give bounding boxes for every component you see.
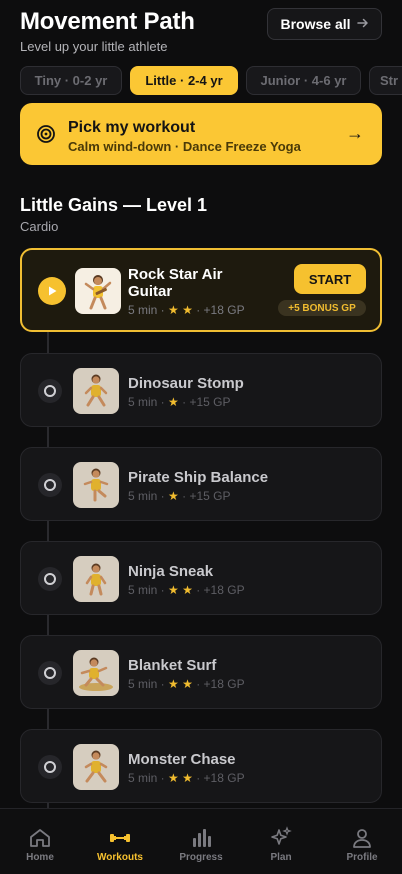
workout-thumbnail (73, 462, 119, 508)
bar-chart-icon (193, 829, 211, 847)
tab-home[interactable]: Home (0, 809, 80, 874)
page-title: Movement Path (20, 8, 195, 35)
page-subtitle: Level up your little athlete (20, 39, 168, 54)
chip-little[interactable]: Little · 2-4 yr (130, 66, 238, 95)
tab-workouts[interactable]: Workouts (80, 809, 160, 874)
tab-progress[interactable]: Progress (161, 809, 241, 874)
bonus-badge: +5 BONUS GP (278, 300, 366, 316)
pick-title: Pick my workout (68, 119, 196, 136)
workout-duration: 5 min (128, 303, 158, 317)
workout-duration: 5 min (128, 677, 158, 691)
difficulty-stars: ★ ★ (168, 771, 193, 785)
workout-thumbnail (73, 744, 119, 790)
status-ring-icon (38, 473, 62, 497)
workout-title: Pirate Ship Balance (128, 469, 269, 486)
workout-duration: 5 min (128, 395, 158, 409)
chip-tiny[interactable]: Tiny · 0-2 yr (20, 66, 122, 95)
workout-title: Ninja Sneak (128, 563, 214, 580)
target-icon (37, 125, 55, 143)
workout-thumbnail (73, 650, 119, 696)
pick-subtitle: Calm wind-down · Dance Freeze Yoga (68, 139, 301, 154)
difficulty-stars: ★ (168, 395, 179, 409)
workout-card[interactable]: Blanket Surf 5 min · ★ ★ · +18 GP (20, 635, 382, 709)
workout-meta: 5 min · ★ ★ · +18 GP (128, 771, 245, 785)
start-button[interactable]: START (294, 264, 366, 294)
browse-all-button[interactable]: Browse all (267, 8, 382, 40)
tab-label: Progress (179, 852, 223, 863)
tab-plan[interactable]: Plan (241, 809, 321, 874)
status-ring-icon (38, 661, 62, 685)
level-title: Little Gains — Level 1 (20, 195, 208, 215)
difficulty-stars: ★ ★ (168, 583, 193, 597)
workout-meta: 5 min · ★ · +15 GP (128, 489, 231, 503)
workout-gp: +15 GP (189, 489, 231, 503)
status-ring-icon (38, 379, 62, 403)
workout-gp: +18 GP (203, 583, 245, 597)
workout-title: Blanket Surf (128, 657, 217, 674)
difficulty-stars: ★ (168, 489, 179, 503)
pick-my-workout-card[interactable]: Pick my workout Calm wind-down · Dance F… (20, 103, 382, 165)
dumbbell-icon (110, 834, 130, 842)
arrow-right-icon: → (346, 123, 364, 143)
tab-label: Home (26, 852, 54, 863)
workout-title: Rock Star Air Guitar (128, 266, 223, 300)
workout-title: Monster Chase (128, 751, 236, 768)
person-icon (353, 829, 371, 848)
browse-all-label: Browse all (280, 16, 351, 32)
tab-label: Profile (346, 852, 378, 863)
difficulty-stars: ★ ★ (168, 303, 193, 317)
workout-thumbnail (75, 268, 121, 314)
workout-gp: +15 GP (189, 395, 231, 409)
arrow-right-icon (356, 16, 369, 32)
difficulty-stars: ★ ★ (168, 677, 193, 691)
age-filter-chips: Tiny · 0-2 yr Little · 2-4 yr Junior · 4… (20, 66, 402, 95)
play-icon (38, 277, 66, 305)
workout-duration: 5 min (128, 771, 158, 785)
workout-card[interactable]: Pirate Ship Balance 5 min · ★ · +15 GP (20, 447, 382, 521)
workout-card[interactable]: Monster Chase 5 min · ★ ★ · +18 GP (20, 729, 382, 803)
tab-label: Workouts (97, 852, 143, 863)
home-icon (30, 829, 50, 847)
level-category: Cardio (20, 219, 59, 234)
workout-meta: 5 min · ★ ★ · +18 GP (128, 583, 245, 597)
status-ring-icon (38, 567, 62, 591)
header: Movement Path Level up your little athle… (0, 0, 402, 60)
workout-card[interactable]: Dinosaur Stomp 5 min · ★ · +15 GP (20, 353, 382, 427)
workout-gp: +18 GP (203, 677, 245, 691)
workout-thumbnail (73, 368, 119, 414)
workout-meta: 5 min · ★ ★ · +18 GP (128, 303, 245, 317)
chip-junior[interactable]: Junior · 4-6 yr (246, 66, 361, 95)
workout-card-active[interactable]: Rock Star Air Guitar 5 min · ★ ★ · +18 G… (20, 248, 382, 332)
workout-gp: +18 GP (203, 771, 245, 785)
chip-next[interactable]: Str (369, 66, 402, 95)
workout-meta: 5 min · ★ ★ · +18 GP (128, 677, 245, 691)
workout-meta: 5 min · ★ · +15 GP (128, 395, 231, 409)
tab-label: Plan (270, 852, 292, 863)
workout-card[interactable]: Ninja Sneak 5 min · ★ ★ · +18 GP (20, 541, 382, 615)
status-ring-icon (38, 755, 62, 779)
workout-gp: +18 GP (203, 303, 245, 317)
workout-duration: 5 min (128, 583, 158, 597)
workout-title: Dinosaur Stomp (128, 375, 244, 392)
bottom-tab-bar: Home Workouts Progress Plan Profile (0, 808, 402, 874)
tab-profile[interactable]: Profile (322, 809, 402, 874)
workout-thumbnail (73, 556, 119, 602)
workout-duration: 5 min (128, 489, 158, 503)
sparkles-icon (271, 826, 292, 845)
